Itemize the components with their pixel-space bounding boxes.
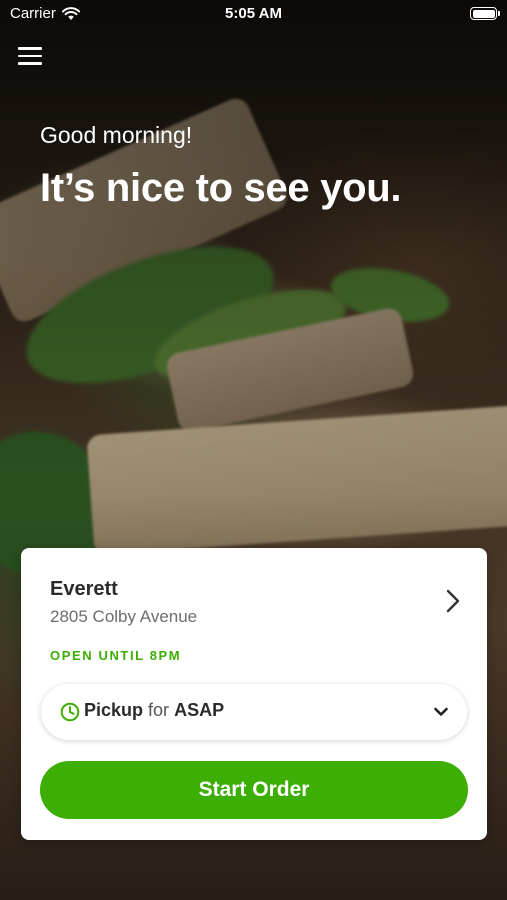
chevron-right-icon[interactable] bbox=[445, 588, 461, 614]
order-connector: for bbox=[148, 700, 170, 720]
order-type-label: Pickup for ASAP bbox=[84, 700, 224, 721]
start-order-button[interactable]: Start Order bbox=[40, 761, 468, 819]
greeting: Good morning! bbox=[40, 122, 193, 148]
hamburger-icon[interactable] bbox=[18, 47, 42, 69]
store-card: Everett 2805 Colby Avenue OPEN UNTIL 8PM… bbox=[21, 548, 487, 840]
order-method: Pickup bbox=[84, 700, 144, 720]
order-type-dropdown[interactable]: Pickup for ASAP bbox=[41, 684, 467, 740]
chevron-down-icon[interactable] bbox=[433, 704, 449, 720]
store-hours: OPEN UNTIL 8PM bbox=[50, 648, 182, 663]
status-time: 5:05 AM bbox=[225, 5, 282, 22]
headline: It’s nice to see you. bbox=[40, 166, 402, 210]
battery-icon bbox=[470, 7, 500, 20]
status-bar: Carrier 5:05 AM bbox=[0, 0, 507, 28]
store-address: 2805 Colby Avenue bbox=[50, 607, 198, 626]
store-name: Everett bbox=[50, 578, 118, 600]
store-selector[interactable]: Everett 2805 Colby Avenue bbox=[21, 548, 487, 638]
clock-icon bbox=[60, 702, 80, 722]
order-time: ASAP bbox=[174, 700, 225, 720]
